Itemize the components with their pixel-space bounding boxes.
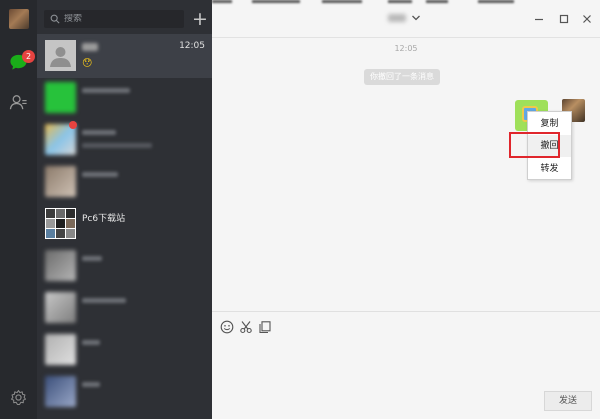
contact-avatar <box>45 376 76 407</box>
close-icon[interactable] <box>580 12 594 26</box>
list-item[interactable] <box>37 370 212 414</box>
window-edge-decoration <box>252 0 300 3</box>
add-button[interactable]: + <box>192 9 208 29</box>
contact-name-blurred <box>82 88 130 93</box>
menu-item-forward[interactable]: 转发 <box>528 158 571 180</box>
message-time: 12:05 <box>179 41 205 51</box>
recall-notice: 你撤回了一条消息 <box>364 69 440 85</box>
list-item[interactable] <box>37 286 212 330</box>
emoji-icon[interactable] <box>220 320 234 334</box>
list-item[interactable] <box>37 244 212 288</box>
file-icon[interactable] <box>258 320 272 334</box>
contact-name-blurred <box>82 340 100 345</box>
message-preview: 😯 <box>82 58 93 69</box>
preview-blurred <box>82 143 152 148</box>
list-item[interactable]: Pc6下载站 <box>37 202 212 246</box>
contact-name-blurred <box>82 172 118 177</box>
chat-window: 12:05 你撤回了一条消息 复制 撤回 转发 发送 <box>212 0 600 419</box>
search-row: + <box>37 0 212 36</box>
highlight-annotation <box>509 132 560 158</box>
scissors-icon[interactable] <box>239 320 253 334</box>
chat-header <box>212 0 600 38</box>
settings-icon[interactable] <box>10 389 27 406</box>
chevron-down-icon[interactable] <box>411 13 421 23</box>
list-item[interactable] <box>37 160 212 204</box>
contacts-icon[interactable] <box>9 93 28 112</box>
list-item[interactable] <box>37 118 212 162</box>
window-edge-decoration <box>212 0 232 3</box>
list-item[interactable] <box>37 328 212 372</box>
contact-name-blurred <box>82 298 126 303</box>
contact-name-blurred <box>82 382 100 387</box>
contact-avatar <box>45 82 76 113</box>
unread-dot <box>69 121 77 129</box>
contact-avatar <box>45 166 76 197</box>
default-avatar-icon <box>45 40 76 71</box>
window-edge-decoration <box>426 0 448 3</box>
send-button[interactable]: 发送 <box>544 391 592 411</box>
unread-badge: 2 <box>22 50 35 63</box>
compose-area[interactable]: 发送 <box>212 311 600 419</box>
conversation-list: + 12:05 😯 <box>37 0 212 419</box>
minimize-icon[interactable] <box>532 12 546 26</box>
list-item[interactable]: 12:05 😯 <box>37 34 212 78</box>
contact-avatar <box>45 40 76 71</box>
contact-avatar <box>45 292 76 323</box>
search-input[interactable] <box>64 14 174 24</box>
icon-rail: 2 <box>0 0 37 419</box>
window-edge-decoration <box>388 0 412 3</box>
maximize-icon[interactable] <box>557 12 571 26</box>
contact-name <box>82 43 98 51</box>
contact-avatar <box>45 250 76 281</box>
window-edge-decoration <box>322 0 362 3</box>
search-box[interactable] <box>44 10 184 28</box>
contact-name-blurred <box>82 130 116 135</box>
user-avatar[interactable] <box>9 9 29 29</box>
contact-name: Pc6下载站 <box>82 214 126 224</box>
contact-name-blurred <box>82 256 102 261</box>
chat-title[interactable] <box>388 14 406 22</box>
list-item[interactable] <box>37 76 212 120</box>
message-timestamp: 12:05 <box>394 44 418 53</box>
contact-avatar <box>45 334 76 365</box>
window-edge-decoration <box>478 0 514 3</box>
group-avatar <box>45 208 76 239</box>
search-icon <box>50 14 60 24</box>
